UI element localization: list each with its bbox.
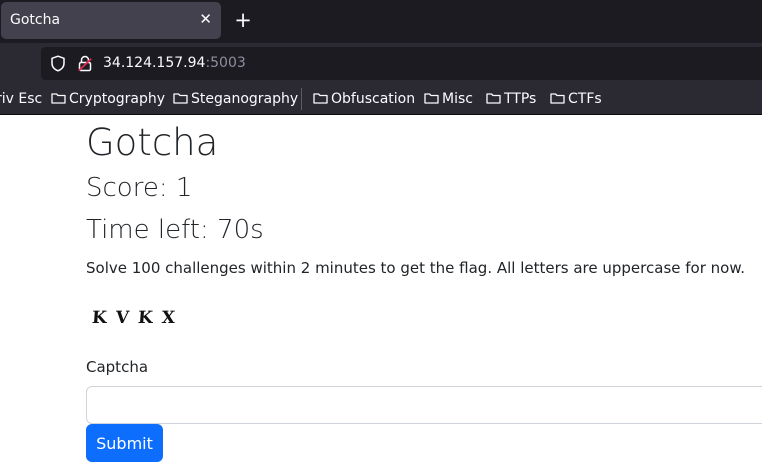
- tab-title: Gotcha: [10, 12, 61, 28]
- url-text: 34.124.157.94:5003: [103, 55, 246, 71]
- folder-icon: [424, 93, 439, 104]
- bookmark-separator: [301, 88, 302, 110]
- navigation-toolbar: 34.124.157.94:5003: [0, 43, 762, 84]
- folder-icon: [313, 93, 328, 104]
- address-bar[interactable]: 34.124.157.94:5003: [41, 47, 762, 80]
- tab-gotcha[interactable]: Gotcha ✕: [1, 2, 221, 39]
- bookmark-folder-ttps[interactable]: TTPs: [486, 90, 536, 108]
- folder-icon: [173, 93, 188, 104]
- folder-icon: [486, 93, 501, 104]
- bookmark-label: TTPs: [504, 91, 537, 107]
- bookmark-folder-ctfs[interactable]: CTFs: [550, 90, 602, 108]
- bookmark-label: Steganography: [191, 91, 299, 107]
- captcha-label: Captcha: [86, 358, 149, 376]
- time-left-text: Time left: 70s: [86, 215, 264, 245]
- bookmarks-toolbar: riv Esc Cryptography Steganography Obfus…: [0, 84, 762, 115]
- tab-strip: Gotcha ✕ +: [0, 0, 762, 43]
- close-icon[interactable]: ✕: [199, 10, 212, 28]
- bookmark-folder-obfuscation[interactable]: Obfuscation: [313, 90, 415, 108]
- captcha-text: KVKX: [91, 308, 185, 328]
- bookmark-folder-cryptography[interactable]: Cryptography: [51, 90, 165, 108]
- bookmark-label: CTFs: [568, 91, 602, 107]
- shield-icon[interactable]: [50, 55, 66, 72]
- bookmark-label: Obfuscation: [331, 91, 416, 107]
- captcha-input[interactable]: [86, 386, 762, 424]
- bookmark-folder-misc[interactable]: Misc: [424, 90, 473, 108]
- page-title: Gotcha: [86, 121, 219, 164]
- submit-button[interactable]: Submit: [86, 424, 163, 462]
- bookmark-label: Cryptography: [69, 91, 166, 107]
- bookmark-folder-steganography[interactable]: Steganography: [173, 90, 298, 108]
- bookmark-label: riv Esc: [0, 91, 43, 107]
- bookmark-label: Misc: [442, 91, 473, 107]
- score-text: Score: 1: [86, 173, 193, 203]
- insecure-lock-icon[interactable]: [78, 55, 92, 72]
- folder-icon: [550, 93, 565, 104]
- browser-window: Gotcha ✕ + 34.124.157.94:5003 riv Esc Cr…: [0, 0, 762, 476]
- url-port: :5003: [205, 55, 246, 71]
- new-tab-icon[interactable]: +: [233, 8, 253, 32]
- bookmark-priv-esc[interactable]: riv Esc: [0, 90, 42, 108]
- url-host: 34.124.157.94: [103, 55, 206, 71]
- page-content: Gotcha Score: 1 Time left: 70s Solve 100…: [0, 115, 762, 476]
- folder-icon: [51, 93, 66, 104]
- instructions-text: Solve 100 challenges within 2 minutes to…: [86, 259, 745, 277]
- captcha-image: KVKX: [91, 307, 192, 329]
